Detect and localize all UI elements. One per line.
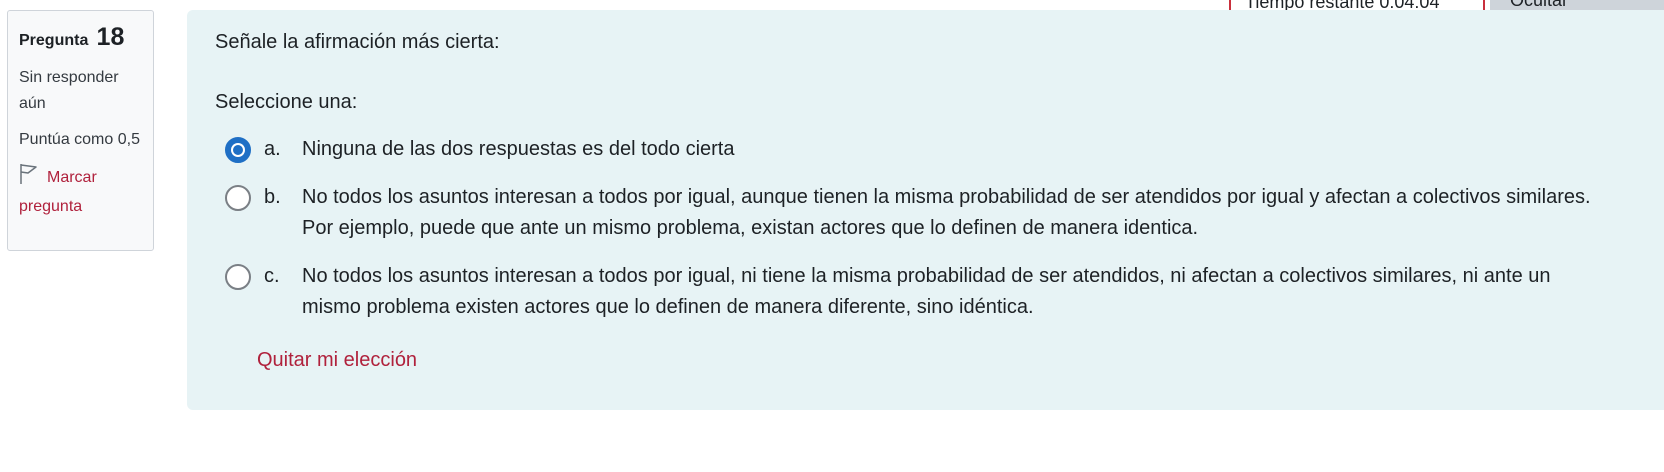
question-state: Sin responder aún xyxy=(19,69,119,112)
clear-choice-link[interactable]: Quitar mi elección xyxy=(257,346,417,374)
answer-label-a[interactable]: Ninguna de las dos respuestas es del tod… xyxy=(302,134,1602,165)
answer-radio-b[interactable] xyxy=(225,185,251,211)
answer-label-c[interactable]: No todos los asuntos interesan a todos p… xyxy=(302,261,1602,323)
answer-letter-c: c. xyxy=(264,265,280,287)
question-content: Señale la afirmación más cierta: Selecci… xyxy=(187,10,1664,410)
question-grade: Puntúa como 0,5 xyxy=(19,131,140,148)
question-number: 18 xyxy=(96,23,125,51)
quiz-page: Pregunta 18 Sin responder aún Puntúa com… xyxy=(0,0,1664,472)
flag-outline-icon xyxy=(19,163,39,194)
answer-prompt: Seleccione una: xyxy=(215,91,358,113)
answer-radio-a[interactable] xyxy=(225,137,251,163)
flag-question-link[interactable]: Marcar pregunta xyxy=(19,163,142,220)
question-info-box: Pregunta 18 Sin responder aún Puntúa com… xyxy=(7,10,154,251)
answer-letter-a: a. xyxy=(264,138,281,160)
question-label: Pregunta xyxy=(19,32,89,49)
answer-radio-c[interactable] xyxy=(225,264,251,290)
question-text: Señale la afirmación más cierta: xyxy=(215,31,500,53)
answer-letter-b: b. xyxy=(264,186,281,208)
question-number-heading: Pregunta 18 xyxy=(19,23,142,55)
answer-label-b[interactable]: No todos los asuntos interesan a todos p… xyxy=(302,182,1602,244)
